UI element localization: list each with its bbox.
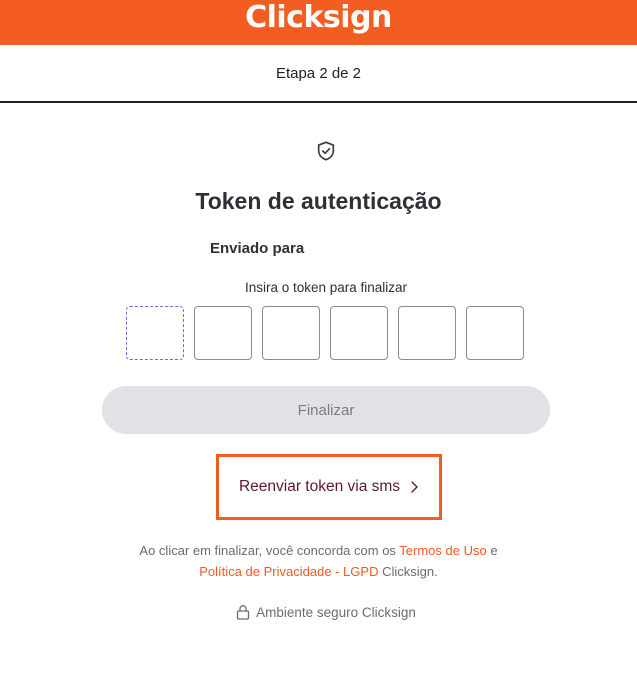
sent-to-label: Enviado para: [210, 240, 305, 257]
privacy-policy-link[interactable]: Política de Privacidade - LGPD: [199, 564, 378, 579]
legal-suffix: Clicksign.: [378, 564, 438, 579]
terms-of-use-link[interactable]: Termos de Uso: [399, 543, 486, 558]
brand-logo: Clicksign: [245, 0, 392, 35]
token-digit-2[interactable]: [194, 306, 252, 360]
chevron-right-icon: [411, 481, 418, 493]
resend-token-label: Reenviar token via sms: [238, 478, 401, 495]
page-title: Token de autenticação: [195, 188, 442, 214]
token-digit-4[interactable]: [330, 306, 388, 360]
legal-notice: Ao clicar em finalizar, você concorda co…: [0, 540, 637, 582]
header-bar: Clicksign: [0, 0, 637, 45]
resend-highlight-box: Reenviar token via sms: [216, 454, 442, 520]
step-label: Etapa 2 de 2: [275, 64, 362, 82]
secure-environment: Ambiente seguro Clicksign: [0, 604, 637, 620]
token-digit-5[interactable]: [398, 306, 456, 360]
finalize-button[interactable]: Finalizar: [102, 386, 550, 434]
secure-label: Ambiente seguro Clicksign: [256, 604, 416, 620]
token-digit-1[interactable]: [126, 306, 184, 360]
token-instruction: Insira o token para finalizar: [244, 280, 408, 295]
step-indicator: Etapa 2 de 2: [0, 45, 637, 103]
lock-icon: [236, 605, 250, 620]
legal-prefix: Ao clicar em finalizar, você concorda co…: [139, 543, 400, 558]
legal-and: e: [486, 543, 498, 558]
resend-token-link[interactable]: Reenviar token via sms: [239, 478, 419, 496]
token-digit-6[interactable]: [466, 306, 524, 360]
shield-check-icon: [317, 141, 335, 161]
token-digit-3[interactable]: [262, 306, 320, 360]
